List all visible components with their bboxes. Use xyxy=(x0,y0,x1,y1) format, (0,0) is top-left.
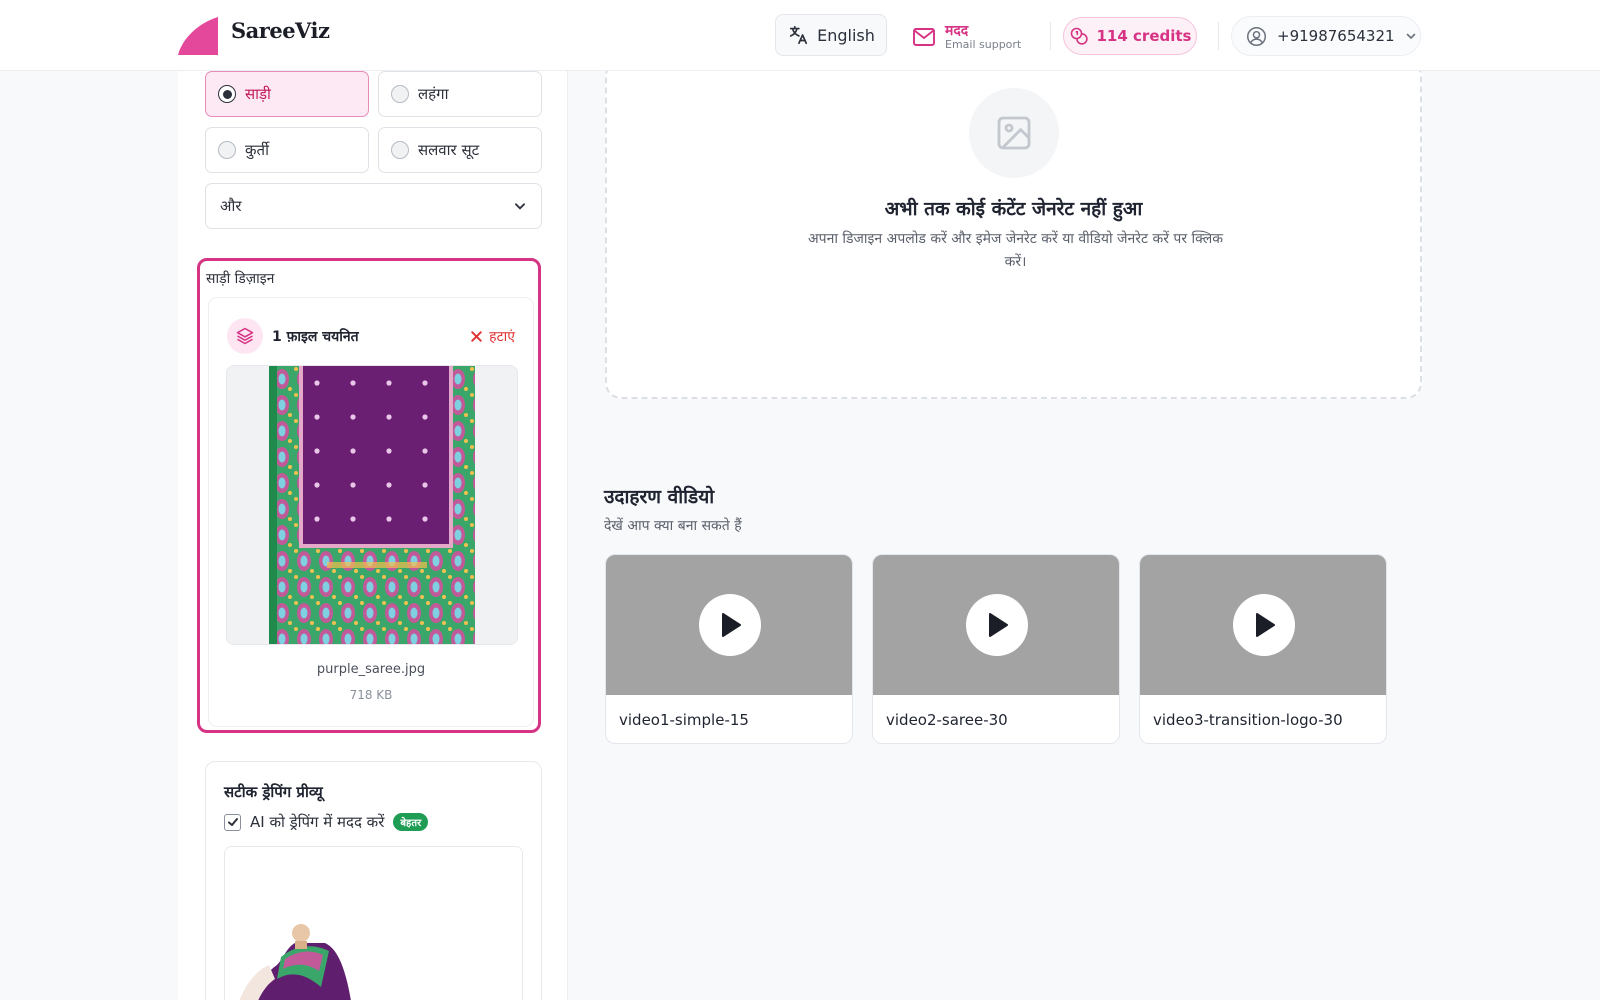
chevron-down-icon xyxy=(514,203,526,210)
better-badge: बेहतर xyxy=(393,813,429,831)
video-title: video2-saree-30 xyxy=(886,711,1008,729)
header-divider xyxy=(1050,22,1051,50)
mail-icon xyxy=(913,28,935,46)
garment-option-kurti[interactable]: कुर्ती xyxy=(205,127,369,173)
brand-name[interactable]: SareeViz xyxy=(231,18,330,43)
play-icon[interactable] xyxy=(966,594,1028,656)
checkmark-icon xyxy=(227,818,238,826)
radio-icon xyxy=(218,141,236,159)
account-phone: +91987654321 xyxy=(1277,27,1395,45)
selected-file-card: 1 फ़ाइल चयनित हटाएं purple_saree.jpg 718… xyxy=(208,297,534,727)
radio-icon xyxy=(391,85,409,103)
help-title: मदद xyxy=(945,22,969,39)
play-icon[interactable] xyxy=(699,594,761,656)
language-button[interactable]: English xyxy=(775,14,887,56)
close-icon xyxy=(471,330,482,342)
examples-subtitle: देखें आप क्या बना सकते हैं xyxy=(604,518,742,534)
example-video-card[interactable]: video1-simple-15 xyxy=(605,554,853,744)
file-size: 718 KB xyxy=(349,688,393,702)
radio-selected-icon xyxy=(218,85,236,103)
design-section-label: साड़ी डिज़ाइन xyxy=(206,271,275,287)
video-title: video3-transition-logo-30 xyxy=(1153,711,1343,729)
empty-state-description: अपना डिजाइन अपलोड करें और इमेज जेनरेट कर… xyxy=(807,231,1224,270)
garment-option-lehenga[interactable]: लहंगा xyxy=(378,71,542,117)
help-subtitle: Email support xyxy=(945,37,1022,51)
remove-file-button[interactable]: हटाएं xyxy=(470,327,515,346)
ai-draping-label: AI को ड्रेपिंग में मदद करें xyxy=(250,813,385,831)
remove-label: हटाएं xyxy=(489,328,515,345)
garment-option-salwar-suit[interactable]: सलवार सूट xyxy=(378,127,542,173)
video-thumbnail xyxy=(1140,555,1386,695)
file-name: purple_saree.jpg xyxy=(316,662,426,677)
image-placeholder-icon xyxy=(969,88,1059,178)
example-video-card[interactable]: video2-saree-30 xyxy=(872,554,1120,744)
top-header: SareeViz English मदद Email support 114 c… xyxy=(0,0,1600,71)
chevron-down-icon xyxy=(1406,33,1415,40)
user-circle-icon xyxy=(1247,26,1266,46)
empty-state-title: अभी तक कोई कंटेंट जेनरेट नहीं हुआ xyxy=(884,198,1143,220)
radio-icon xyxy=(391,141,409,159)
video-title: video1-simple-15 xyxy=(619,711,749,729)
header-divider xyxy=(1218,22,1219,50)
brand-logo-icon[interactable] xyxy=(178,17,218,55)
garment-option-label: सलवार सूट xyxy=(418,141,480,159)
translate-icon xyxy=(789,25,808,45)
garment-option-label: लहंगा xyxy=(418,85,449,103)
examples-title: उदाहरण वीडियो xyxy=(604,486,715,508)
garment-option-label: साड़ी xyxy=(245,85,271,103)
saree-design-thumbnail xyxy=(226,365,518,645)
garment-option-saree[interactable]: साड़ी xyxy=(205,71,369,117)
ai-draping-checkbox[interactable] xyxy=(224,813,241,831)
play-icon[interactable] xyxy=(1233,594,1295,656)
help-button[interactable]: मदद Email support xyxy=(912,19,1021,55)
example-video-card[interactable]: video3-transition-logo-30 xyxy=(1139,554,1387,744)
garment-option-label: कुर्ती xyxy=(245,141,269,159)
account-menu[interactable]: +91987654321 xyxy=(1231,16,1421,56)
credits-badge[interactable]: 114 credits xyxy=(1063,17,1197,55)
language-label: English xyxy=(817,25,875,45)
draping-preview-image xyxy=(224,846,523,1000)
draping-preview-title: सटीक ड्रेपिंग प्रीव्यू xyxy=(224,783,323,801)
saree-design-section: साड़ी डिज़ाइन 1 फ़ाइल चयनित हटाएं purple… xyxy=(197,258,541,733)
video-thumbnail xyxy=(606,555,852,695)
left-config-panel: साड़ी लहंगा कुर्ती सलवार सूट और साड़ी डि… xyxy=(178,71,568,1000)
video-thumbnail xyxy=(873,555,1119,695)
coins-icon xyxy=(1070,27,1088,45)
layers-icon xyxy=(227,318,263,354)
draping-preview-section: सटीक ड्रेपिंग प्रीव्यू AI को ड्रेपिंग मे… xyxy=(205,761,542,1000)
credits-label: 114 credits xyxy=(1096,27,1192,45)
selected-file-count: 1 फ़ाइल चयनित xyxy=(272,328,359,345)
more-garments-label: और xyxy=(220,197,242,215)
empty-results-area: अभी तक कोई कंटेंट जेनरेट नहीं हुआ अपना ड… xyxy=(605,60,1422,399)
more-garments-select[interactable]: और xyxy=(205,183,542,229)
